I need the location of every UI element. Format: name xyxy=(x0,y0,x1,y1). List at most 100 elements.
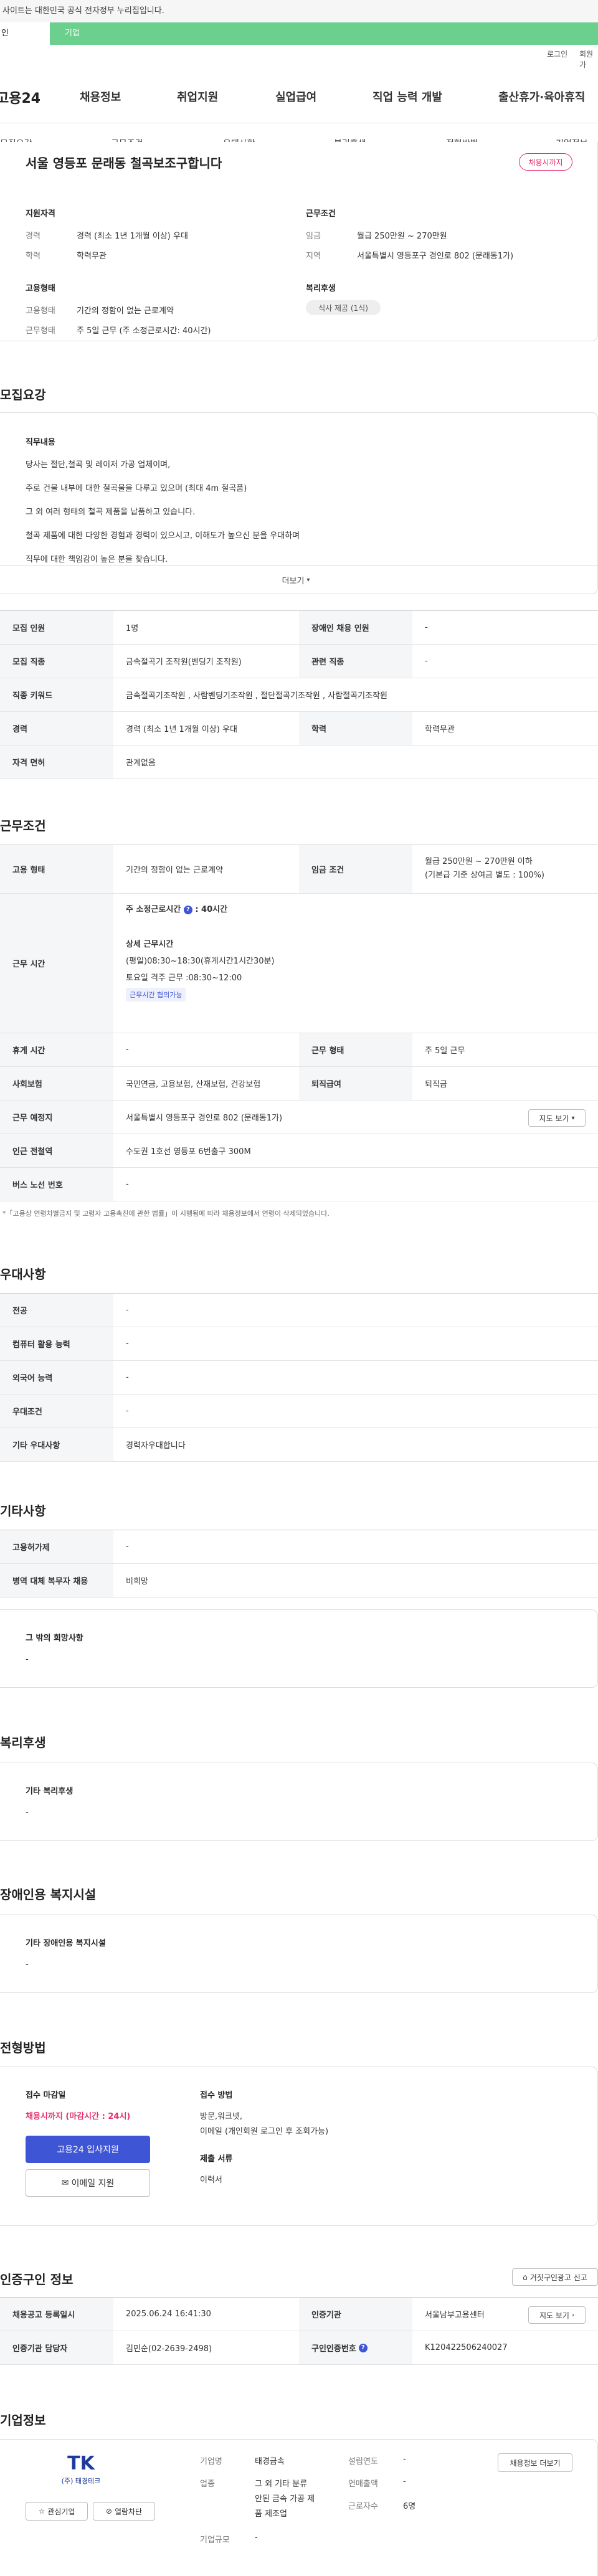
industry-line: 그 외 기타 분류 xyxy=(255,2479,308,2489)
hours-main: 주 소정근로시간 xyxy=(126,905,181,914)
row-value: - xyxy=(126,1339,129,1348)
email-apply-button[interactable]: ✉ 이메일 지원 xyxy=(26,2169,150,2197)
sales-label: 연매출액 xyxy=(348,2479,378,2489)
company-name-label: 기업명 xyxy=(200,2457,222,2466)
apply-button[interactable]: 고용24 입사지원 xyxy=(26,2136,150,2163)
row-value: 경력자우대합니다 xyxy=(126,1441,186,1451)
company-name-value: 태경금속 xyxy=(255,2457,285,2466)
row-value: - xyxy=(126,1373,129,1382)
block-label: 열람차단 xyxy=(114,2507,143,2516)
industry-label: 업종 xyxy=(200,2479,215,2489)
row-value: - xyxy=(425,656,428,666)
duty-line: 철곡 제품에 대한 다양한 경험과 경력이 있으시고, 이해도가 높으신 분을 … xyxy=(26,531,300,541)
industry-line: 품 제조업 xyxy=(255,2509,287,2519)
preference-heading: 우대사항 xyxy=(0,1267,46,1282)
table-row: 인증기관 담당자 김민순(02-2639-2498) 구인인증번호 ? K120… xyxy=(0,2331,598,2365)
other-title: 그 밖의 희망사항 xyxy=(26,1634,83,1643)
other-card: 그 밖의 희망사항 - xyxy=(0,1609,598,1688)
site-logo[interactable]: 고용24 xyxy=(0,87,40,107)
duty-line: 그 외 여러 형태의 철곡 제품을 납품하고 있습니다. xyxy=(26,508,196,517)
duty-card: 직무내용 당사는 절단,철곡 및 레이저 가공 업체이며, 주로 건물 내부에 … xyxy=(0,412,598,594)
method-line: 이메일 (개인회원 로그인 후 조회가능) xyxy=(200,2127,329,2136)
table-row: 모집 직종 금속절곡기 조작원(벤딩기 조작원) 관련 직종 - xyxy=(0,645,598,678)
edu-label: 학력 xyxy=(26,252,40,261)
other-value: - xyxy=(26,1655,29,1664)
login-link[interactable]: 로그인 xyxy=(547,49,567,59)
row-value: 김민순(02-2639-2498) xyxy=(126,2344,212,2354)
gnb-item-jobs[interactable]: 채용정보 xyxy=(80,88,121,105)
row-header: 모집 인원 xyxy=(0,611,113,644)
cert-map-button[interactable]: 지도 보기 › xyxy=(528,2306,586,2324)
fav-company-button[interactable]: ☆ 관심기업 xyxy=(26,2502,88,2521)
welfare-title: 복리후생 xyxy=(306,284,336,293)
info-icon[interactable]: ? xyxy=(358,2343,368,2352)
gov-notice: 사이트는 대한민국 공식 전자정부 누리집입니다. xyxy=(0,0,598,22)
row-header: 경력 xyxy=(0,712,113,745)
chevron-down-icon: ▾ xyxy=(306,577,310,584)
gnb-item-parental-leave[interactable]: 출산휴가·육아휴직 xyxy=(498,88,585,105)
duty-line: 당사는 절단,철곡 및 레이저 가공 업체이며, xyxy=(26,460,171,470)
preference-table: 전공 - 컴퓨터 활용 능력 - 외국어 능력 - 우대조건 - 기타 우대사항… xyxy=(0,1293,598,1462)
member-tabs: 인 기업 xyxy=(0,22,598,45)
gnb-item-unemployment-benefit[interactable]: 실업급여 xyxy=(275,88,316,105)
emp-label: 고용형태 xyxy=(26,306,55,316)
career-value: 경력 (최소 1년 1개월 이상) 우대 xyxy=(77,232,188,241)
row-value: - xyxy=(425,623,428,632)
company-jobs-button[interactable]: 채용정보 더보기 xyxy=(498,2453,572,2472)
row-value: 비희망 xyxy=(126,1577,148,1586)
disability-card: 기타 장애인용 복지시설 - xyxy=(0,1915,598,1993)
row-header: 근무 시간 xyxy=(0,894,113,1033)
table-row: 우대조건 - xyxy=(0,1395,598,1428)
tab-person[interactable]: 인 xyxy=(0,22,50,45)
job-no-label: 구인인증번호 xyxy=(311,2344,356,2354)
email-apply-label: 이메일 지원 xyxy=(71,2179,115,2189)
duty-line: 직무에 대한 책임감이 높은 분을 찾습니다. xyxy=(26,555,168,564)
table-row: 기타 우대사항 경력자우대합니다 xyxy=(0,1428,598,1462)
table-row: 병역 대체 복무자 채용 비희망 xyxy=(0,1564,598,1598)
logo-mark: TK xyxy=(67,2453,95,2474)
founded-value: - xyxy=(403,2455,406,2464)
chevron-down-icon: ▾ xyxy=(571,1114,575,1122)
table-row: 경력 경력 (최소 1년 1개월 이상) 우대 학력 학력무관 xyxy=(0,712,598,746)
docs-title: 제출 서류 xyxy=(200,2154,233,2164)
edu-value: 학력무관 xyxy=(77,252,107,261)
scale-value: - xyxy=(255,2533,258,2542)
row-value: 수도권 1호선 영등포 6번출구 300M xyxy=(126,1147,251,1157)
report-button[interactable]: ⌂ 거짓구인광고 신고 xyxy=(512,2268,598,2286)
row-header: 인증기관 xyxy=(299,2298,412,2331)
gnb-item-employment-support[interactable]: 취업지원 xyxy=(177,88,218,105)
cert-map-label: 지도 보기 xyxy=(539,2311,569,2320)
emp-title: 고용형태 xyxy=(26,284,55,293)
wage-cell: 월급 250만원 ~ 270만원 이하 (기본급 기준 상여금 별도 : 100… xyxy=(425,845,544,893)
disability-heading: 장애인용 복지시설 xyxy=(0,1887,97,1902)
disability-value: - xyxy=(26,1960,29,1969)
table-row: 근무 예정지 서울특별시 영등포구 경인로 802 (문래동1가) 지도 보기 … xyxy=(0,1101,598,1134)
table-row: 휴게 시간 - 근무 형태 주 5일 근무 xyxy=(0,1033,598,1067)
wage-line: (기본급 기준 상여금 별도 : 100%) xyxy=(425,871,544,880)
industry-line: 안된 금속 가공 제 xyxy=(255,2494,315,2504)
more-label: 더보기 xyxy=(282,577,305,586)
row-header: 직종 키워드 xyxy=(0,678,113,711)
tab-company[interactable]: 기업 xyxy=(50,22,598,45)
row-header: 인증기관 담당자 xyxy=(0,2331,113,2364)
more-button[interactable]: 더보기 ▾ xyxy=(0,565,597,595)
row-header: 휴게 시간 xyxy=(0,1033,113,1066)
map-button[interactable]: 지도 보기 ▾ xyxy=(528,1109,586,1127)
row-header: 버스 노선 번호 xyxy=(0,1168,113,1201)
table-row: 사회보험 국민연금, 고용보험, 산재보험, 건강보험 퇴직급여 퇴직금 xyxy=(0,1067,598,1101)
row-value: - xyxy=(126,1305,129,1315)
gnb-item-training[interactable]: 직업 능력 개발 xyxy=(373,88,442,105)
block-button[interactable]: ⊘ 열람차단 xyxy=(93,2502,155,2521)
welfare-card-value: - xyxy=(26,1808,29,1817)
row-header: 우대조건 xyxy=(0,1395,113,1428)
row-value: 금속절곡기 조작원(벤딩기 조작원) xyxy=(126,658,242,667)
cert-table: 채용공고 등록일시 2025.06.24 16:41:30 인증기관 서울남부고… xyxy=(0,2297,598,2365)
duty-title: 직무내용 xyxy=(26,438,55,447)
info-icon[interactable]: ? xyxy=(183,905,192,914)
table-row: 근무 시간 주 소정근로시간 ? : 40시간 상세 근무시간 (평일)08:3… xyxy=(0,894,598,1033)
summary-card: 서울 영등포 문래동 철곡보조구합니다 채용시까지 지원자격 경력 경력 (최소… xyxy=(0,142,598,341)
wage-line: 월급 250만원 ~ 270만원 이하 xyxy=(425,857,533,866)
deadline-badge: 채용시까지 xyxy=(519,153,572,171)
row-value: 국민연금, 고용보험, 산재보험, 건강보험 xyxy=(126,1080,261,1089)
wage-label: 임금 xyxy=(306,232,321,241)
